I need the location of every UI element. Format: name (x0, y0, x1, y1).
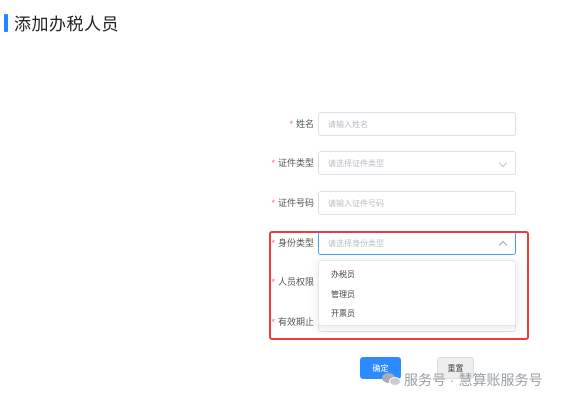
chevron-down-icon (498, 158, 508, 168)
id-type-placeholder: 请选择证件类型 (328, 158, 384, 168)
title-accent-bar (4, 13, 8, 32)
id-number-placeholder: 请输入证件号码 (328, 198, 384, 208)
id-number-label: * 证件号码 (271, 198, 314, 208)
expiry-label: * 有效期止 (271, 317, 314, 327)
required-mark: * (271, 238, 275, 248)
permissions-label: * 人员权限 (271, 277, 314, 287)
watermark: 服务号 · 慧算账服务号 (382, 370, 542, 390)
id-type-select[interactable]: 请选择证件类型 (318, 151, 516, 175)
dropdown-option[interactable]: 管理员 (319, 285, 515, 305)
page-title: 添加办税人员 (14, 15, 119, 34)
required-mark: * (271, 158, 275, 168)
form-row-name: * 姓名 请输入姓名 (0, 112, 586, 136)
watermark-text: 服务号 · 慧算账服务号 (404, 372, 543, 388)
identity-type-placeholder: 请选择身份类型 (328, 238, 384, 248)
identity-type-select[interactable]: 请选择身份类型 (318, 231, 516, 255)
dropdown-option[interactable]: 开票员 (319, 304, 515, 324)
name-input[interactable]: 请输入姓名 (318, 112, 516, 136)
name-placeholder: 请输入姓名 (328, 119, 368, 129)
wechat-icon (382, 371, 402, 389)
id-number-input[interactable]: 请输入证件号码 (318, 191, 516, 215)
required-mark: * (289, 119, 293, 129)
form-row-identity-type: * 身份类型 请选择身份类型 (0, 231, 586, 255)
id-type-label: * 证件类型 (271, 158, 314, 168)
identity-type-dropdown: 办税员 管理员 开票员 (318, 260, 516, 326)
form-row-id-number: * 证件号码 请输入证件号码 (0, 191, 586, 215)
page-header: 添加办税人员 (0, 10, 119, 35)
required-mark: * (271, 317, 275, 327)
name-label: * 姓名 (289, 119, 314, 129)
form-row-id-type: * 证件类型 请选择证件类型 (0, 151, 586, 175)
required-mark: * (271, 277, 275, 287)
identity-type-label: * 身份类型 (271, 238, 314, 248)
dropdown-option[interactable]: 办税员 (319, 265, 515, 285)
chevron-up-icon (498, 240, 508, 250)
required-mark: * (271, 198, 275, 208)
